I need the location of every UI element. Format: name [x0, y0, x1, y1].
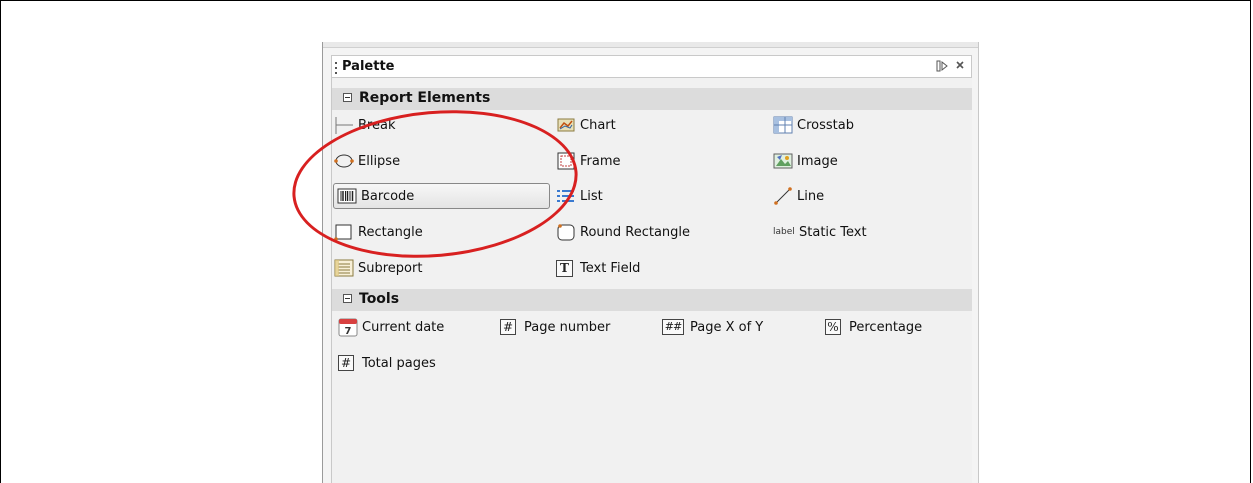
palette-item-rectangle[interactable]: Rectangle — [334, 219, 423, 245]
palette-item-line[interactable]: Line — [773, 183, 824, 209]
chart-icon — [556, 115, 576, 135]
palette-item-chart[interactable]: Chart — [556, 112, 616, 138]
palette-item-page-number[interactable]: # Page number — [500, 314, 610, 340]
palette-item-list[interactable]: List — [556, 183, 603, 209]
percent-glyph: % — [825, 319, 841, 335]
palette-item-ellipse[interactable]: Ellipse — [334, 148, 400, 174]
static-text-icon: label — [773, 227, 795, 237]
item-label: Break — [358, 117, 396, 133]
palette-item-frame[interactable]: Frame — [556, 148, 621, 174]
double-hash-glyph: ## — [662, 319, 684, 335]
list-icon — [556, 186, 576, 206]
collapse-icon[interactable] — [343, 93, 352, 102]
hash-icon: # — [338, 353, 358, 373]
palette-item-barcode[interactable]: Barcode — [333, 183, 550, 209]
item-label: Ellipse — [358, 153, 401, 169]
image-icon — [773, 151, 793, 171]
item-label: Text Field — [580, 260, 641, 276]
percent-icon: % — [825, 317, 845, 337]
hash-glyph: # — [500, 319, 516, 335]
item-label: Static Text — [799, 224, 867, 240]
item-label: Line — [797, 188, 825, 204]
item-label: Subreport — [358, 260, 423, 276]
item-label: Round Rectangle — [580, 224, 691, 240]
text-field-icon: T — [556, 258, 576, 278]
line-icon — [773, 186, 793, 206]
double-hash-icon: ## — [662, 317, 686, 337]
svg-text:7: 7 — [345, 326, 352, 337]
palette-item-text-field[interactable]: T Text Field — [556, 255, 640, 281]
item-label: Rectangle — [358, 224, 423, 240]
palette-item-static-text[interactable]: label Static Text — [773, 219, 867, 245]
section-label: Report Elements — [359, 90, 491, 106]
palette-titlebar[interactable]: Palette — [332, 55, 972, 78]
minimize-icon[interactable] — [936, 60, 948, 76]
item-label: Percentage — [849, 319, 923, 335]
crosstab-icon — [773, 115, 793, 135]
palette-item-crosstab[interactable]: Crosstab — [773, 112, 854, 138]
item-label: Page X of Y — [690, 319, 764, 335]
palette-title: Palette — [342, 59, 395, 74]
collapse-icon[interactable] — [343, 294, 352, 303]
palette-item-total-pages[interactable]: # Total pages — [338, 350, 436, 376]
frame-icon — [556, 151, 576, 171]
hash-glyph: # — [338, 355, 354, 371]
palette-panel: Palette Report Elements Break Chart Cros… — [322, 42, 979, 483]
close-icon[interactable] — [955, 60, 965, 76]
text-field-glyph: T — [556, 260, 573, 277]
item-label: List — [580, 188, 603, 204]
palette-item-percentage[interactable]: % Percentage — [825, 314, 922, 340]
item-label: Image — [797, 153, 838, 169]
rectangle-icon — [334, 222, 354, 242]
section-report-elements[interactable]: Report Elements — [332, 88, 972, 110]
ellipse-icon — [334, 151, 354, 171]
subreport-icon — [334, 258, 354, 278]
item-label: Chart — [580, 117, 616, 133]
item-label: Page number — [524, 319, 611, 335]
item-label: Barcode — [361, 188, 415, 204]
item-label: Frame — [580, 153, 621, 169]
break-icon — [334, 115, 354, 135]
drag-grip-icon[interactable] — [335, 62, 337, 74]
barcode-icon — [337, 186, 357, 206]
palette-item-subreport[interactable]: Subreport — [334, 255, 422, 281]
item-label: Crosstab — [797, 117, 854, 133]
palette-item-round-rectangle[interactable]: Round Rectangle — [556, 219, 690, 245]
palette-item-current-date[interactable]: 7 Current date — [338, 314, 444, 340]
section-tools[interactable]: Tools — [332, 289, 972, 311]
item-label: Total pages — [362, 355, 436, 371]
palette-inner: Palette Report Elements Break Chart Cros… — [331, 55, 972, 483]
palette-item-image[interactable]: Image — [773, 148, 838, 174]
section-label: Tools — [359, 291, 400, 307]
item-label: Current date — [362, 319, 445, 335]
round-rectangle-icon — [556, 222, 576, 242]
palette-item-break[interactable]: Break — [334, 112, 395, 138]
calendar-icon: 7 — [338, 317, 358, 337]
palette-item-page-x-of-y[interactable]: ## Page X of Y — [662, 314, 763, 340]
hash-icon: # — [500, 317, 520, 337]
